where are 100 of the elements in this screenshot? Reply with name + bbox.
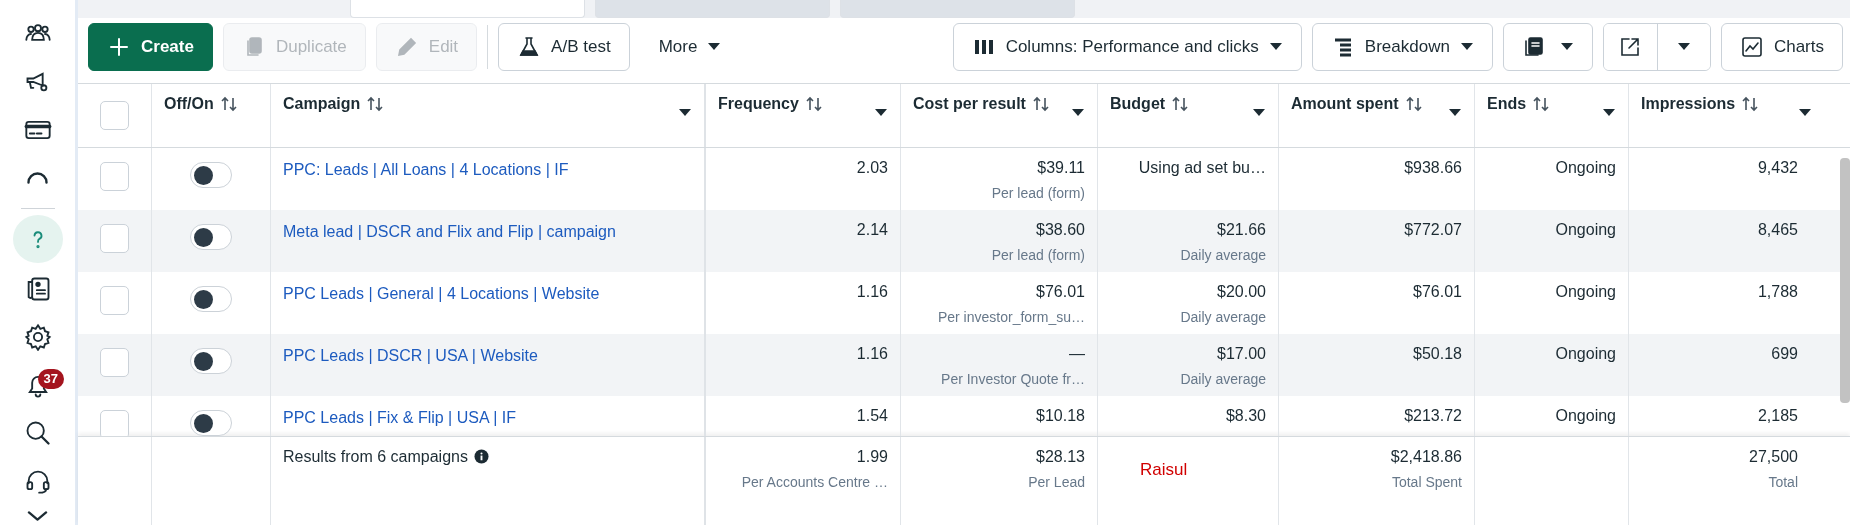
chart-icon	[1739, 34, 1764, 59]
sort-icon[interactable]	[804, 95, 823, 112]
cell-value: $938.66	[1404, 158, 1462, 179]
caret-icon	[1798, 108, 1812, 118]
cell-value: $17.00	[1217, 344, 1266, 365]
cell-value: Ongoing	[1555, 220, 1616, 241]
toggle-switch[interactable]	[190, 410, 232, 436]
cell-value: 699	[1771, 344, 1798, 365]
row-checkbox[interactable]	[100, 348, 129, 378]
row-checkbox[interactable]	[100, 286, 129, 316]
cell-caption: Per Accounts Centre …	[741, 472, 888, 492]
cell-value: $39.11	[1037, 158, 1085, 179]
cell-caption: Daily average	[1180, 246, 1266, 266]
column-header[interactable]: Off/On	[164, 91, 214, 116]
cell-value: 2,185	[1757, 406, 1798, 427]
cell-value: 2.03	[856, 158, 888, 179]
column-header[interactable]: Cost per result	[913, 91, 1026, 116]
notification-badge: 37	[37, 369, 64, 389]
cell-value: $76.01	[1036, 282, 1085, 303]
sort-icon[interactable]	[1532, 95, 1551, 112]
scrollbar-thumb[interactable]	[1840, 158, 1850, 404]
cell-value: 1.54	[856, 406, 888, 427]
campaign-link[interactable]: PPC Leads | General | 4 Locations | Website	[283, 282, 600, 307]
sort-icon[interactable]	[1404, 95, 1423, 112]
cell-caption: Daily average	[1180, 370, 1266, 390]
cell-value: $21.66	[1217, 220, 1266, 241]
caret-icon	[1071, 108, 1085, 118]
sort-icon[interactable]	[366, 95, 385, 112]
cell-caption: Per Lead	[1028, 472, 1085, 492]
results-summary: Results from 6 campaigns	[283, 446, 468, 467]
cell-value: $28.13	[1036, 446, 1085, 467]
columns-button[interactable]: Columns: Performance and clicks	[952, 22, 1302, 71]
create-button[interactable]: Create	[88, 22, 213, 71]
cell-value: —	[1069, 344, 1085, 365]
cell-value: 8,465	[1757, 220, 1798, 241]
campaign-link[interactable]: Meta lead | DSCR and Flix and Flip | campaign	[283, 220, 616, 245]
cell-value: 1.16	[856, 282, 888, 303]
sort-icon[interactable]	[1171, 95, 1190, 112]
toggle-switch[interactable]	[190, 348, 232, 375]
cell-caption: Total Spent	[1391, 472, 1462, 492]
select-all-checkbox[interactable]	[100, 101, 129, 131]
caret-icon	[1459, 42, 1474, 52]
annotation-text: Raisul	[1139, 458, 1188, 481]
caret-icon	[707, 42, 722, 52]
column-header[interactable]: Campaign	[283, 91, 361, 116]
sort-icon[interactable]	[1741, 95, 1760, 112]
campaign-link[interactable]: PPC Leads | Fix & Flip | USA | IF	[283, 406, 516, 431]
cell-value: $8.30	[1225, 406, 1266, 427]
caret-icon	[874, 108, 888, 118]
ab-test-button[interactable]: A/B test	[498, 22, 630, 71]
cell-value: 1.16	[856, 344, 888, 365]
cell-caption: Per Investor Quote fr…	[941, 370, 1085, 390]
cell-value: Ongoing	[1555, 344, 1616, 365]
campaign-link[interactable]: PPC Leads | DSCR | USA | Website	[283, 344, 538, 369]
sort-icon[interactable]	[1031, 95, 1050, 112]
row-checkbox[interactable]	[100, 162, 129, 192]
cell-value: 1.99	[856, 446, 888, 467]
caret-icon	[1559, 42, 1574, 52]
cell-caption: Per lead (form)	[991, 246, 1085, 266]
cell-value: Ongoing	[1555, 406, 1616, 427]
sort-icon[interactable]	[219, 95, 238, 112]
column-header[interactable]: Impressions	[1641, 91, 1736, 116]
row-checkbox[interactable]	[100, 410, 129, 436]
toggle-switch[interactable]	[190, 286, 232, 313]
cell-value: Ongoing	[1555, 158, 1616, 179]
cell-value: $213.72	[1404, 406, 1462, 427]
toggle-switch[interactable]	[190, 224, 232, 251]
info-icon[interactable]	[473, 449, 489, 465]
toggle-switch[interactable]	[190, 162, 232, 189]
caret-icon	[1602, 108, 1616, 118]
caret-icon	[1676, 42, 1691, 52]
cell-value: $38.60	[1036, 220, 1085, 241]
cell-value: 27,500	[1749, 446, 1798, 467]
column-header[interactable]: Ends	[1487, 91, 1527, 116]
arc-icon	[27, 172, 48, 184]
cell-value: Using ad set bu…	[1138, 158, 1266, 179]
cell-caption: Per investor_form_su…	[937, 308, 1085, 328]
row-checkbox[interactable]	[100, 224, 129, 254]
settings-icon	[23, 323, 52, 351]
chart-button[interactable]: Charts	[1720, 22, 1843, 71]
reports-button[interactable]	[1502, 22, 1593, 71]
caret-icon	[678, 108, 692, 118]
cell-value: Ongoing	[1555, 282, 1616, 303]
sidebar-item[interactable]: 37	[12, 363, 63, 407]
column-header[interactable]: Amount spent	[1291, 91, 1399, 116]
campaign-link[interactable]: PPC: Leads | All Loans | 4 Locations | IF	[283, 158, 569, 183]
cell-caption: Per lead (form)	[991, 184, 1085, 204]
column-header[interactable]: Budget	[1110, 91, 1166, 116]
cell-value: $20.00	[1217, 282, 1266, 303]
caret-icon	[1252, 108, 1266, 118]
caret-icon	[1268, 42, 1283, 52]
cell-value: $76.01	[1413, 282, 1462, 303]
cell-caption: Daily average	[1180, 308, 1266, 328]
cell-value: $2,418.86	[1390, 446, 1462, 467]
cell-value: 2.14	[856, 220, 888, 241]
column-header[interactable]: Frequency	[718, 91, 799, 116]
cell-value: 1,788	[1757, 282, 1798, 303]
cell-value: 9,432	[1757, 158, 1798, 179]
cell-value: $10.18	[1036, 406, 1085, 427]
breakdown-button[interactable]: Breakdown	[1311, 22, 1493, 71]
